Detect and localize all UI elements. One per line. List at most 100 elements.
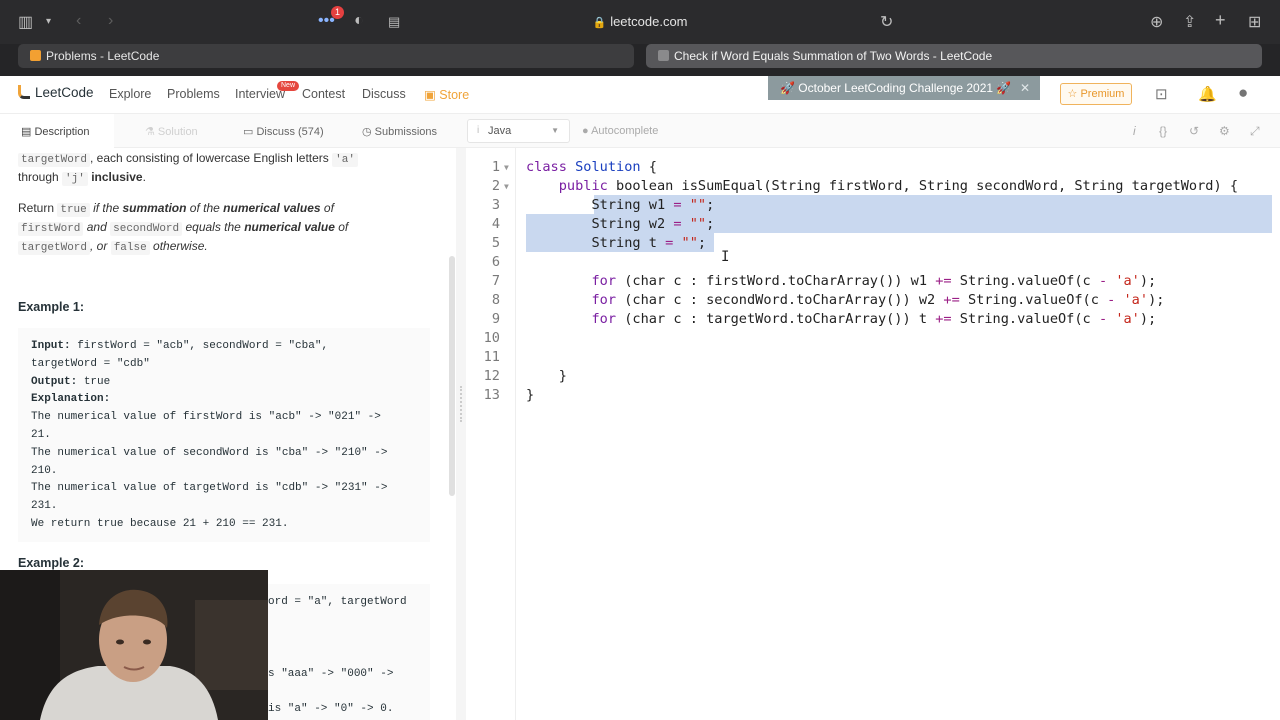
nav-explore[interactable]: Explore <box>109 87 151 101</box>
download-icon[interactable]: ⊕ <box>1150 12 1163 32</box>
code-line-2: public boolean isSumEqual(String firstWo… <box>558 178 1239 194</box>
tab-solution[interactable]: ⚗ Solution <box>145 125 198 138</box>
code-editor[interactable]: 1 2 3 4 5 6 7 8 9 10 11 12 13 ▼ ▼ class Solution { p… <box>466 148 1280 720</box>
leetcode-logo[interactable]: LeetCode <box>18 85 94 100</box>
code-line-4: String w2 = ""; <box>526 216 715 232</box>
text: and <box>83 220 111 234</box>
logo-icon <box>18 85 30 99</box>
bold-text: Output: <box>31 375 78 388</box>
fold-icon[interactable]: ▼ <box>504 158 509 177</box>
reload-icon[interactable]: ↻ <box>880 12 893 32</box>
url-text: leetcode.com <box>610 14 688 29</box>
leetcode-favicon-icon <box>30 50 41 61</box>
tab-overview-icon[interactable]: ⊞ <box>1248 12 1261 32</box>
webcam-overlay <box>0 570 268 720</box>
inline-code: targetWord <box>18 153 91 167</box>
bold-text: numerical values <box>223 201 321 215</box>
example-line: Explanation: <box>31 391 417 409</box>
inline-code: secondWord <box>110 222 183 236</box>
text: otherwise. <box>149 239 208 253</box>
challenge-banner[interactable]: 🚀 October LeetCoding Challenge 2021 🚀 ✕ <box>768 76 1040 100</box>
text: equals the <box>182 220 245 234</box>
line-number: 2 <box>491 178 500 194</box>
example-line: s "aaa" -> "000" -> <box>268 668 394 680</box>
flask-icon: ⚗ <box>145 126 158 138</box>
text: . <box>142 170 146 184</box>
line-number: 5 <box>491 235 500 251</box>
tab-description[interactable]: ▤ Description <box>0 114 114 148</box>
tab-label: Discuss (574) <box>256 126 324 138</box>
tab-label: Check if Word Equals Summation of Two Wo… <box>674 49 993 63</box>
share-icon[interactable]: ⇪ <box>1183 12 1196 32</box>
example-line: 21. <box>31 428 51 441</box>
language-select[interactable]: i Java ▼ <box>467 119 570 143</box>
bold-text: summation <box>122 201 187 215</box>
code-line-13: } <box>526 387 535 403</box>
info-icon: i <box>477 125 480 136</box>
challenge-text: 🚀 October LeetCoding Challenge 2021 🚀 <box>780 81 1012 95</box>
address-bar[interactable]: 🔒 leetcode.com <box>0 14 1280 29</box>
new-tab-icon[interactable]: + <box>1215 10 1226 31</box>
nav-problems[interactable]: Problems <box>167 87 220 101</box>
line-number: 9 <box>491 311 500 327</box>
gear-icon[interactable]: ⚙ <box>1219 124 1230 138</box>
nav-discuss[interactable]: Discuss <box>362 87 406 101</box>
clock-icon: ◷ <box>362 126 375 138</box>
playground-icon[interactable]: ⊡ <box>1155 85 1168 103</box>
example-line: The numerical value of firstWord is "acb… <box>31 411 381 424</box>
logo-text: LeetCode <box>35 85 94 100</box>
example-line: The numerical value of secondWord is "cb… <box>31 446 388 459</box>
text: if the <box>89 201 123 215</box>
line-number: 6 <box>491 254 500 270</box>
code-line-7: for (char c : firstWord.toCharArray()) w… <box>591 273 1157 289</box>
example-line: targetWord = "cdb" <box>31 357 150 370</box>
fold-icon[interactable]: ▼ <box>504 177 509 196</box>
text: , or <box>90 239 111 253</box>
tab-discuss[interactable]: ▭ Discuss (574) <box>243 125 324 138</box>
code-line-12: } <box>526 368 567 384</box>
bold-text: Explanation: <box>31 393 111 406</box>
site-nav: LeetCode Explore Problems Interview New … <box>0 76 1280 114</box>
browser-tab-active[interactable]: Check if Word Equals Summation of Two Wo… <box>646 44 1262 68</box>
avatar[interactable]: ● <box>1238 83 1248 103</box>
close-tab-icon[interactable] <box>658 50 669 61</box>
browser-toolbar: ▥ ▾ ‹ › ••• 1 ◐ ▤ 🔒 leetcode.com ↻ ⊕ ⇪ + … <box>0 0 1280 44</box>
code-line-9: for (char c : targetWord.toCharArray()) … <box>591 311 1157 327</box>
info-icon[interactable]: i <box>1133 124 1136 138</box>
browser-tab-problems[interactable]: Problems - LeetCode <box>18 44 634 68</box>
description-scrollbar[interactable] <box>449 256 455 496</box>
autocomplete-label: Autocomplete <box>591 125 659 137</box>
line-number: 1 <box>491 159 500 175</box>
example-2-title: Example 2: <box>18 556 85 570</box>
text: firstWord = "acb", secondWord = "cba", <box>70 340 329 352</box>
text: true <box>77 375 111 388</box>
text: Return <box>18 201 58 215</box>
presenter-video <box>0 570 268 720</box>
line-number-gutter: 1 2 3 4 5 6 7 8 9 10 11 12 13 <box>466 148 516 720</box>
panel-resize-handle[interactable] <box>456 148 466 720</box>
bell-icon[interactable]: 🔔 <box>1198 85 1217 103</box>
inline-code: 'j' <box>62 172 88 186</box>
close-icon[interactable]: ✕ <box>1020 76 1030 100</box>
example-1-title: Example 1: <box>18 300 85 314</box>
example-line: is "a" -> "0" -> 0. <box>268 703 394 715</box>
line-number: 3 <box>491 197 500 213</box>
bold-text: inclusive <box>91 170 143 184</box>
autocomplete-toggle[interactable]: ● Autocomplete <box>582 125 658 137</box>
nav-store[interactable]: ▣ Store <box>424 87 469 102</box>
text: , each consisting of lowercase English l… <box>90 151 333 165</box>
tab-label: Submissions <box>374 126 438 138</box>
premium-button[interactable]: ☆ Premium <box>1060 83 1132 105</box>
description-line: targetWord, each consisting of lowercase… <box>18 149 358 170</box>
tab-submissions[interactable]: ◷ Submissions <box>362 125 437 138</box>
store-label: Store <box>439 88 470 102</box>
nav-contest[interactable]: Contest <box>302 87 345 101</box>
reset-icon[interactable]: ↺ <box>1189 124 1199 138</box>
chat-icon: ▭ <box>243 126 257 138</box>
inline-code: firstWord <box>18 222 84 236</box>
code-line-5: String t = ""; <box>526 235 707 251</box>
fullscreen-icon[interactable]: ⤢ <box>1250 124 1260 139</box>
braces-icon[interactable]: {} <box>1159 124 1167 138</box>
text-cursor-icon: I <box>721 249 730 265</box>
premium-label: Premium <box>1080 88 1125 100</box>
